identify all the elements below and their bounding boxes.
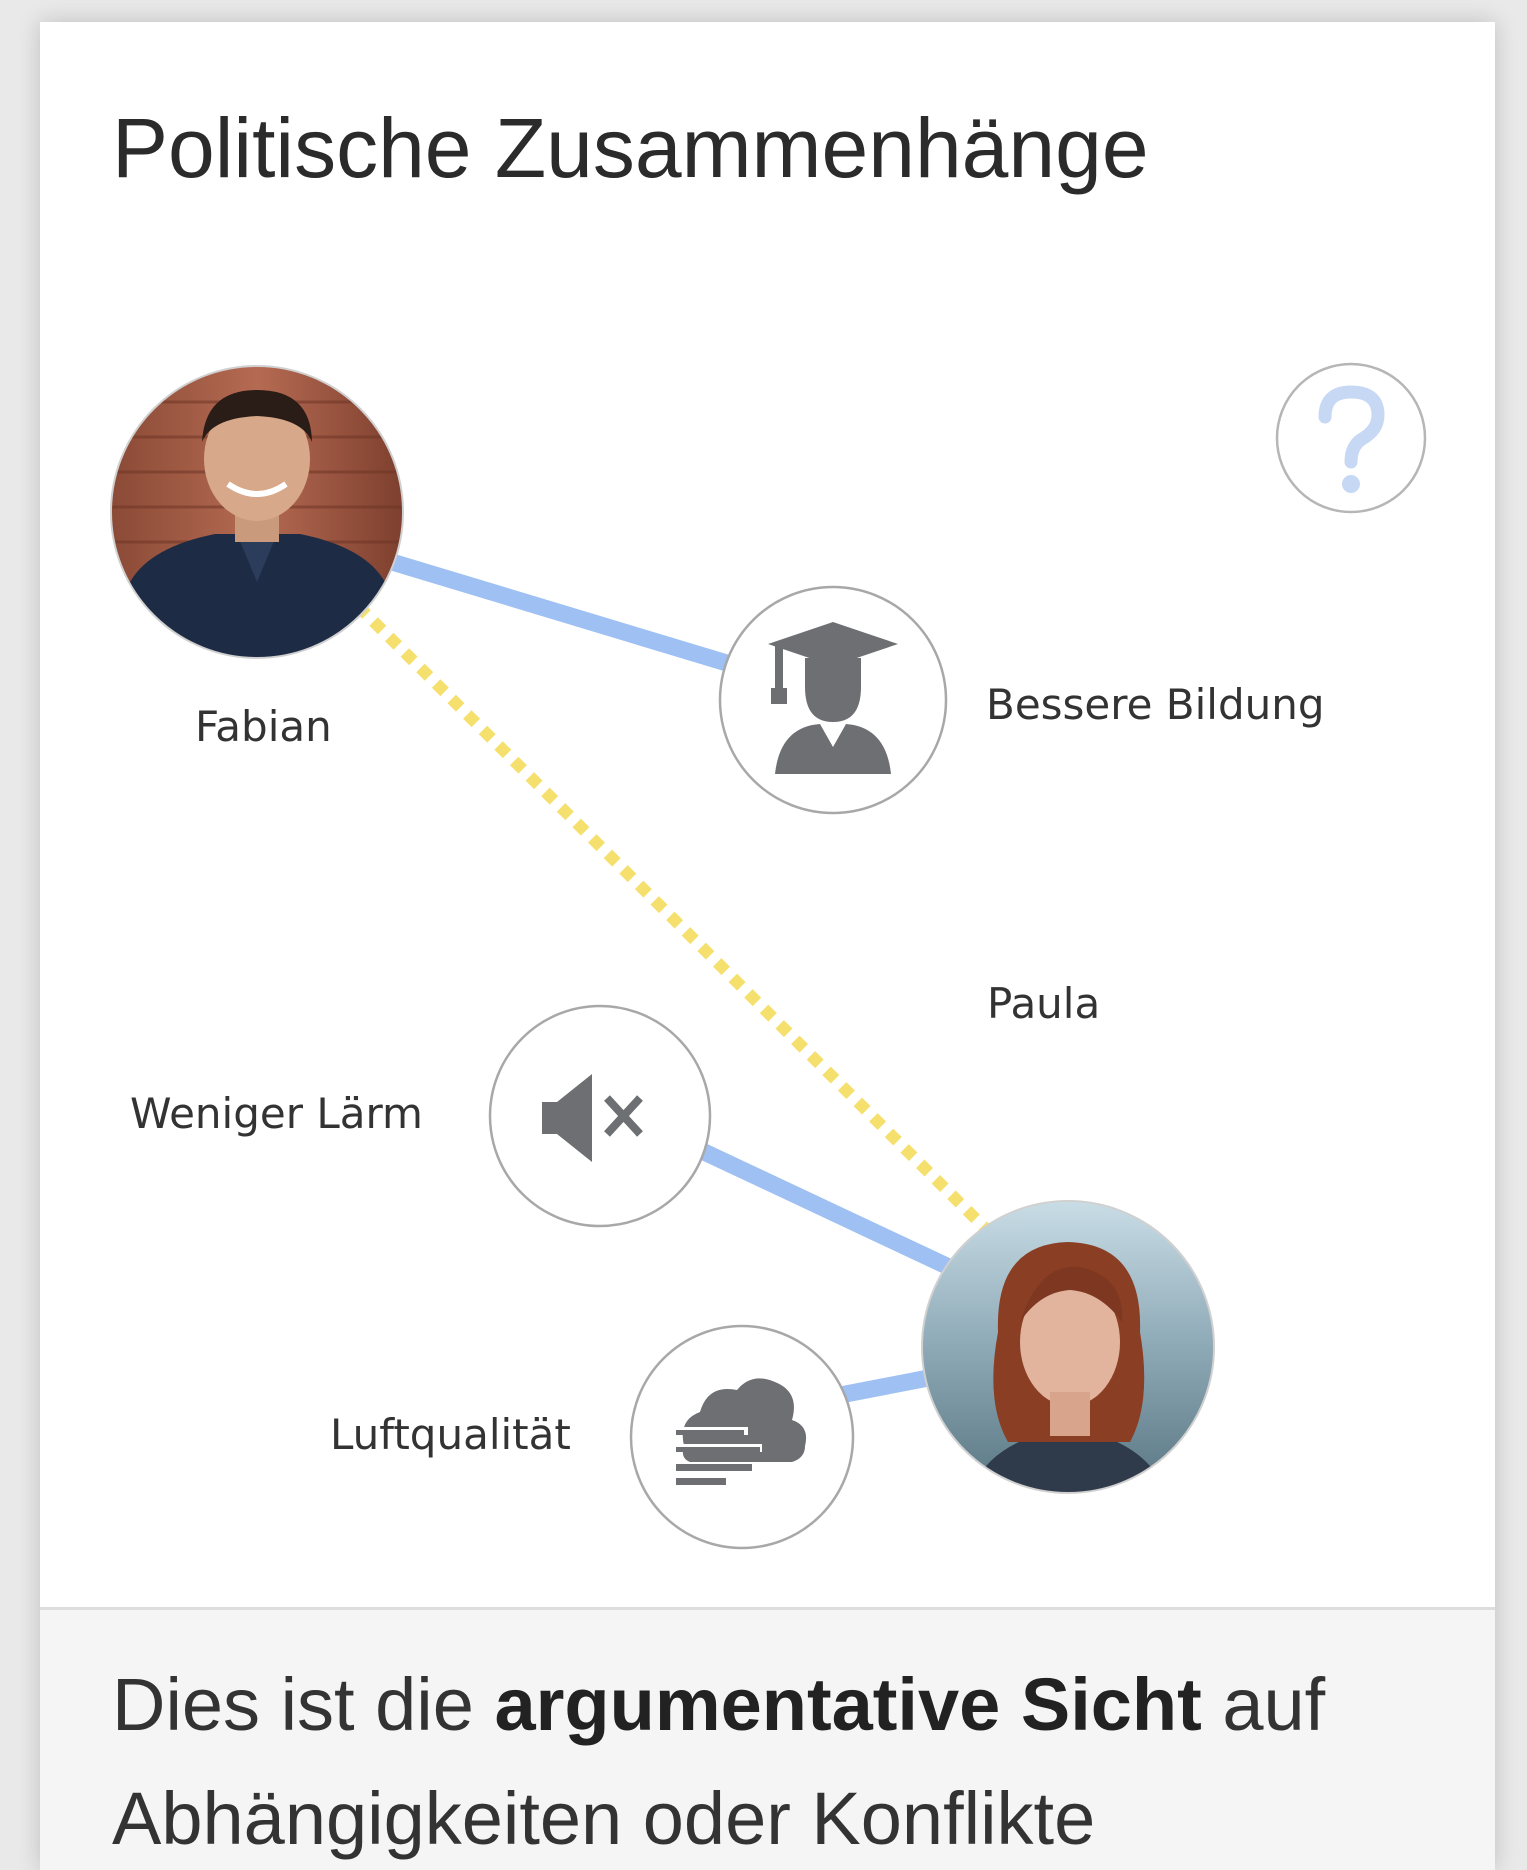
node-bessere-bildung[interactable] bbox=[718, 585, 948, 815]
edge-laerm-paula bbox=[696, 1142, 989, 1292]
view-description-footer: Dies ist die argumentative Sicht auf Abh… bbox=[40, 1607, 1495, 1870]
description-prefix: Dies ist die bbox=[112, 1663, 495, 1746]
edge-fabian-bildung bbox=[389, 553, 743, 676]
node-luftqualitaet[interactable] bbox=[629, 1324, 855, 1550]
relation-graph[interactable]: Fabian Paula Bessere Bildung Weniger Lär… bbox=[40, 22, 1495, 1607]
view-description-text: Dies ist die argumentative Sicht auf Abh… bbox=[112, 1648, 1442, 1870]
node-weniger-laerm[interactable] bbox=[488, 1004, 712, 1228]
political-relations-card: Politische Zusammenhänge Fabian Paula Be… bbox=[40, 22, 1495, 1870]
label-bessere-bildung: Bessere Bildung bbox=[986, 680, 1325, 729]
label-paula: Paula bbox=[987, 979, 1101, 1028]
description-emphasis: argumentative Sicht bbox=[494, 1663, 1202, 1746]
avatar-paula[interactable] bbox=[920, 1200, 1216, 1496]
label-weniger-laerm: Weniger Lärm bbox=[130, 1089, 423, 1138]
avatar-fabian[interactable] bbox=[110, 365, 405, 662]
label-luftqualitaet: Luftqualität bbox=[330, 1410, 571, 1459]
help-button[interactable] bbox=[1275, 362, 1427, 514]
label-fabian: Fabian bbox=[195, 702, 332, 751]
